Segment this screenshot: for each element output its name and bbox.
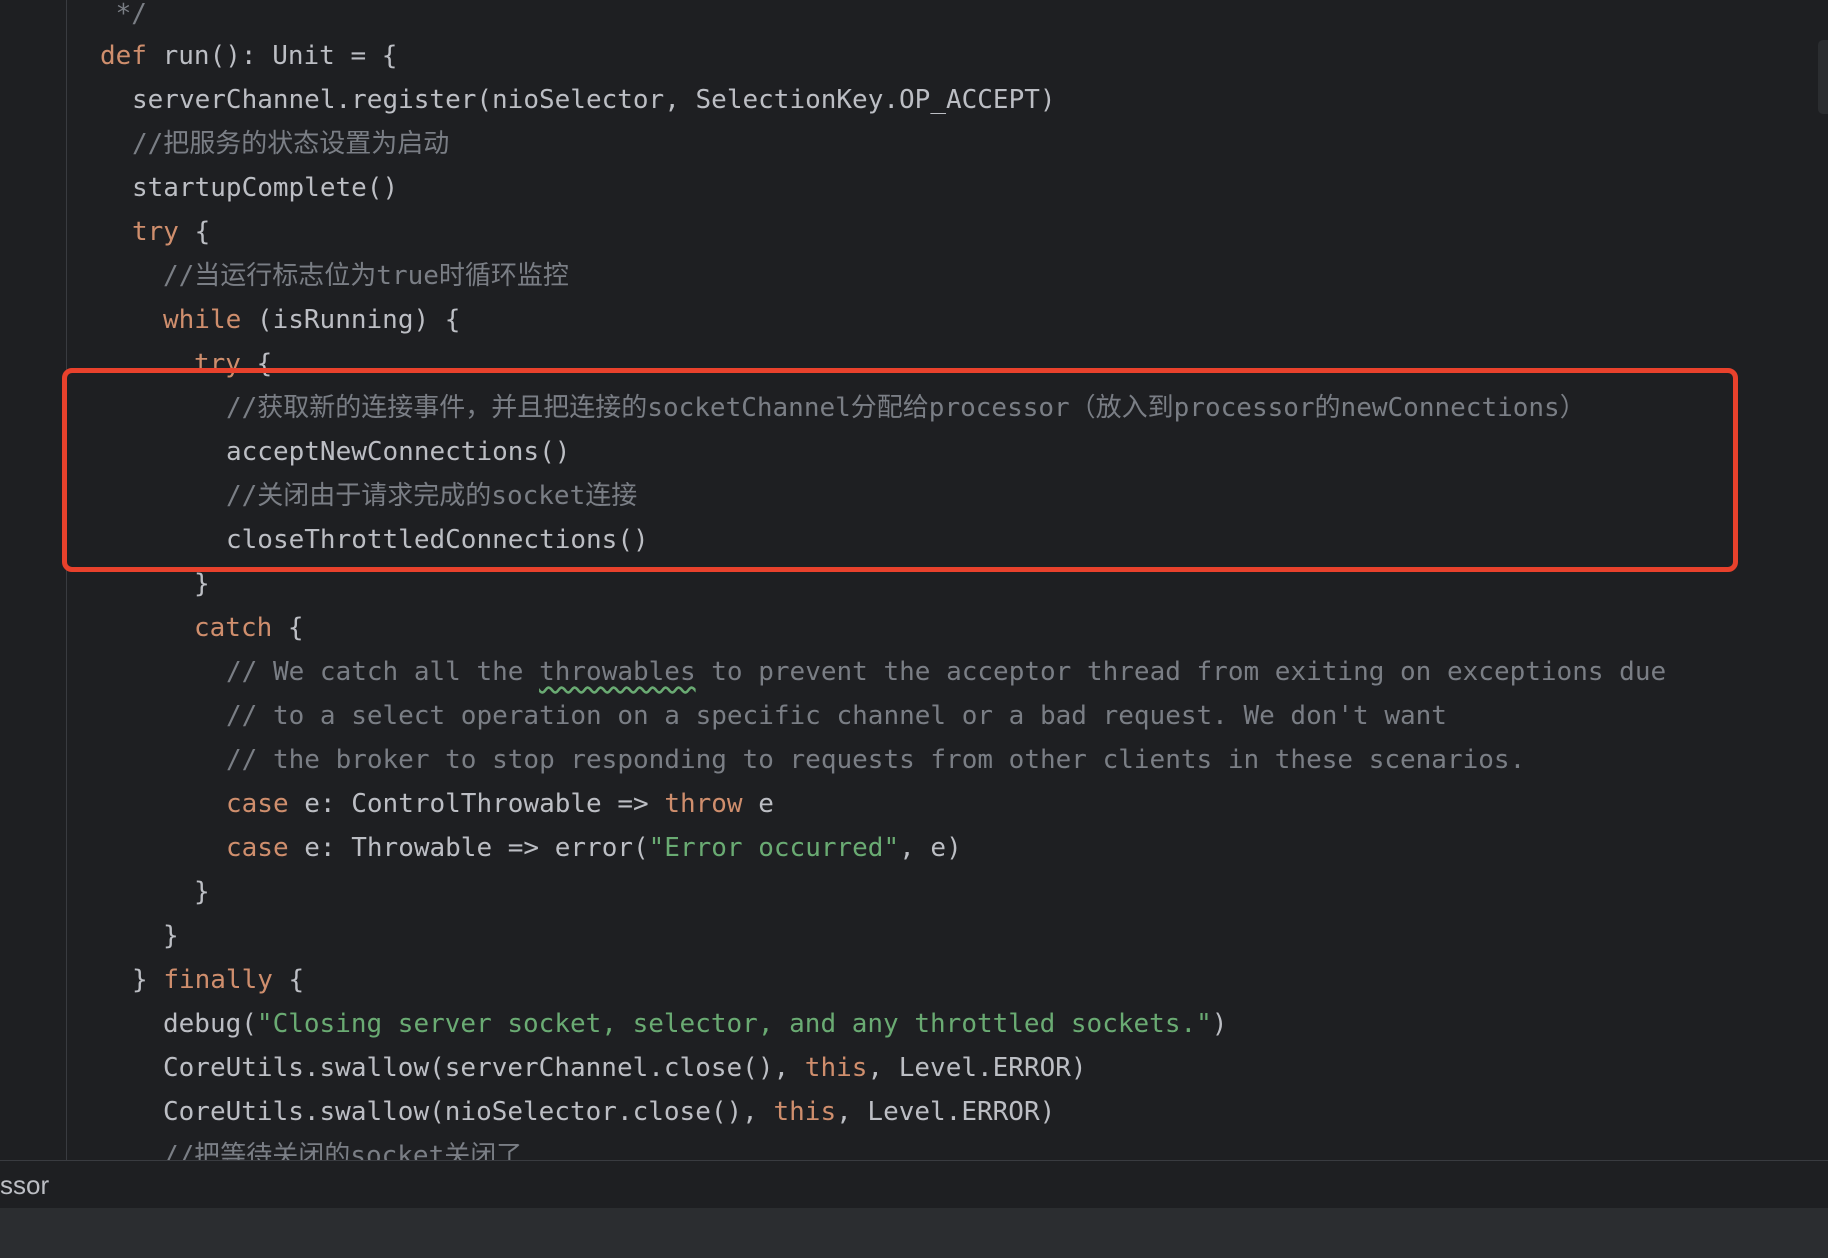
code-token: { [272,965,305,995]
code-token: run(): Unit = { [146,41,398,71]
code-line[interactable]: // to a select operation on a specific c… [226,694,1447,738]
code-editor[interactable]: */ def run(): Unit = { serverChannel.reg… [0,0,1828,1160]
code-token: e: ControlThrowable => [288,789,665,819]
code-token: case [226,789,289,819]
code-token: { [240,349,273,379]
breadcrumb-label[interactable]: ssor [0,1161,49,1209]
code-token: { [272,613,304,643]
code-line[interactable]: case e: ControlThrowable => throw e [226,782,774,826]
code-line[interactable]: //关闭由于请求完成的socket连接 [226,474,637,518]
code-token: "Closing server socket, selector, and an… [256,1009,1212,1039]
code-line[interactable]: */ [100,0,147,36]
code-line[interactable]: //把等待关闭的socket关闭了 [163,1134,522,1160]
code-line[interactable]: def run(): Unit = { [100,34,397,78]
code-line[interactable]: closeThrottledConnections() [226,518,649,562]
code-token: startupComplete() [132,173,399,203]
code-token: serverChannel.register(nioSelector, Sele… [132,85,1056,115]
code-token: ) [1211,1009,1228,1039]
code-token: } [132,965,164,995]
code-line[interactable]: acceptNewConnections() [226,430,570,474]
code-token: e [742,789,774,819]
code-token: debug( [163,1009,257,1039]
code-line[interactable]: // We catch all the throwables to preven… [226,650,1666,694]
code-token: this [773,1097,837,1127]
code-token: //获取新的连接事件，并且把连接的socketChannel分配给process… [226,393,1586,423]
code-token: */ [100,0,147,29]
code-token: try [132,217,179,247]
code-token: } [163,921,179,951]
code-area[interactable]: */ def run(): Unit = { serverChannel.reg… [0,0,1828,1160]
code-token: //关闭由于请求完成的socket连接 [226,481,638,511]
code-token: } [194,569,210,599]
code-token: // We catch all the [226,657,540,687]
code-line[interactable]: startupComplete() [132,166,398,210]
code-token: (isRunning) { [241,305,461,335]
code-token: , Level.ERROR) [836,1097,1056,1127]
code-token: , Level.ERROR) [867,1053,1087,1083]
code-token: while [163,305,242,335]
code-line[interactable]: CoreUtils.swallow(serverChannel.close(),… [163,1046,1087,1090]
editor-breadcrumb-bar: ssor [0,1160,1828,1208]
code-token: e: Throwable => error( [288,833,649,863]
code-line[interactable]: try { [132,210,210,254]
code-token: // to a select operation on a specific c… [226,701,1447,731]
code-token: closeThrottledConnections() [226,525,649,555]
code-token: def [100,41,147,71]
code-line[interactable]: try { [194,342,272,386]
code-line[interactable]: } [194,562,210,606]
code-token: //当运行标志位为true时循环监控 [163,261,569,291]
code-token: throw [664,789,743,819]
code-line[interactable]: // the broker to stop responding to requ… [226,738,1525,782]
code-line[interactable]: case e: Throwable => error("Error occurr… [226,826,962,870]
code-token: catch [194,613,273,643]
code-token: throwables [539,657,696,687]
code-line[interactable]: //当运行标志位为true时循环监控 [163,254,569,298]
code-token: CoreUtils.swallow(serverChannel.close(), [163,1053,805,1083]
code-line[interactable]: //把服务的状态设置为启动 [132,122,449,166]
code-token: "Error occurred" [648,833,900,863]
code-token: finally [163,965,273,995]
status-bar [0,1208,1828,1258]
code-token: CoreUtils.swallow(nioSelector.close(), [163,1097,774,1127]
code-token: this [804,1053,868,1083]
code-line[interactable]: } finally { [132,958,304,1002]
code-line[interactable]: //获取新的连接事件，并且把连接的socketChannel分配给process… [226,386,1586,430]
code-token: to prevent the acceptor thread from exit… [695,657,1667,687]
code-token: //把服务的状态设置为启动 [132,129,450,159]
code-token: try [194,349,241,379]
code-token: } [194,877,210,907]
code-line[interactable]: debug("Closing server socket, selector, … [163,1002,1227,1046]
code-token: //把等待关闭的socket关闭了 [163,1141,523,1160]
code-token: acceptNewConnections() [226,437,571,467]
code-token: case [226,833,289,863]
code-token: // the broker to stop responding to requ… [226,745,1526,775]
code-line[interactable]: } [194,870,210,914]
code-token: { [178,217,211,247]
code-line[interactable]: while (isRunning) { [163,298,460,342]
code-line[interactable]: } [163,914,179,958]
code-token: , e) [899,833,962,863]
code-line[interactable]: CoreUtils.swallow(nioSelector.close(), t… [163,1090,1055,1134]
code-line[interactable]: catch { [194,606,304,650]
code-line[interactable]: serverChannel.register(nioSelector, Sele… [132,78,1056,122]
editor-scrollbar-thumb[interactable] [1818,40,1828,114]
